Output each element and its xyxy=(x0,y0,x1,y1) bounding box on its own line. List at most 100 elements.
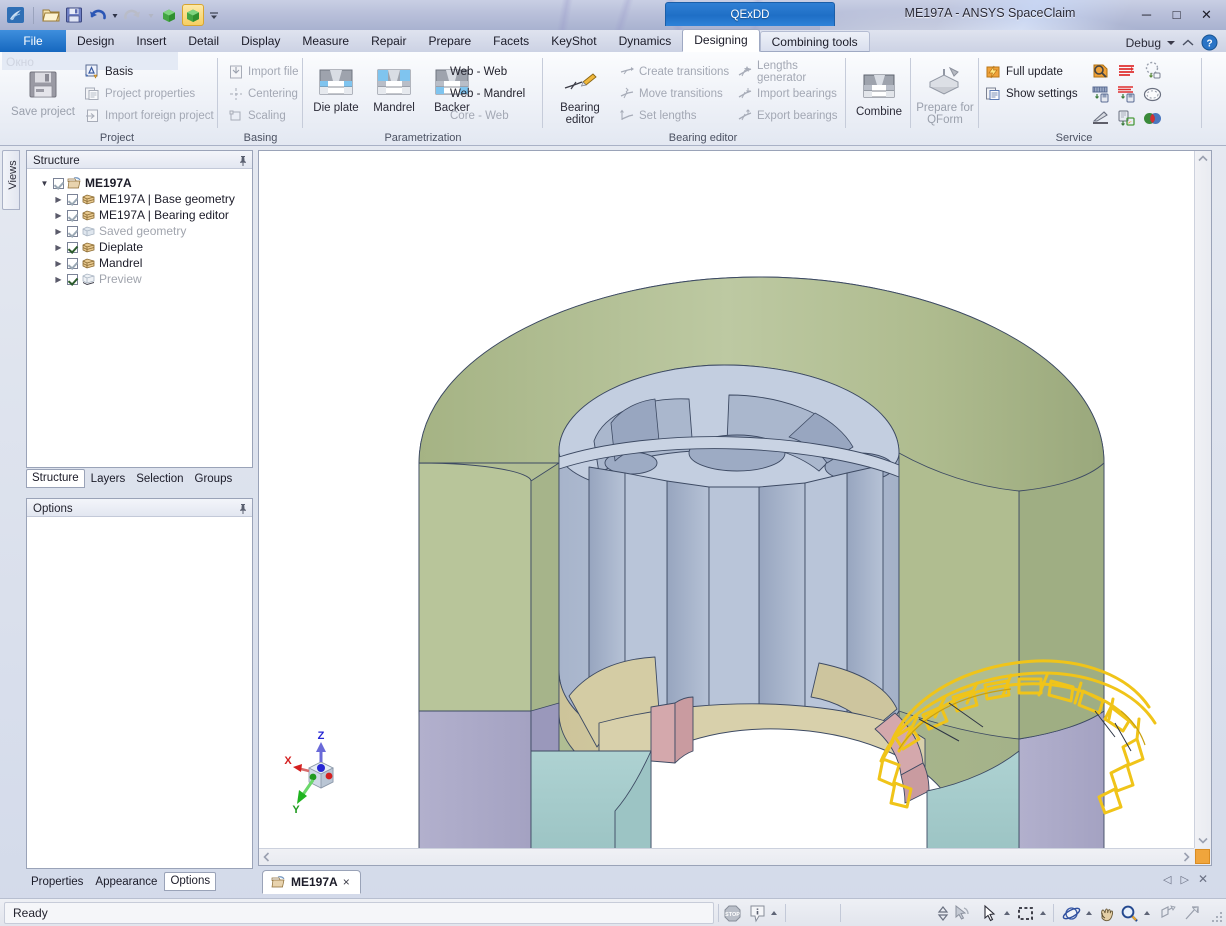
tab-prev-icon[interactable]: ◁ xyxy=(1163,873,1171,886)
tree-row[interactable]: ▶ Mandrel xyxy=(31,255,250,271)
expander-closed-icon[interactable]: ▶ xyxy=(53,211,64,220)
zoom-dropdown-icon[interactable] xyxy=(1142,904,1152,923)
tab-facets[interactable]: Facets xyxy=(482,30,540,52)
expander-open-icon[interactable]: ▼ xyxy=(39,179,50,188)
redo-icon[interactable] xyxy=(123,5,143,25)
resize-grip-icon[interactable] xyxy=(1211,911,1223,923)
pointer-dropdown-icon[interactable] xyxy=(1002,904,1012,923)
green-box-icon[interactable] xyxy=(159,5,179,25)
expander-closed-icon[interactable]: ▶ xyxy=(53,259,64,268)
copy-green-icon[interactable] xyxy=(1113,106,1139,130)
tab-repair[interactable]: Repair xyxy=(360,30,417,52)
project-properties-button[interactable]: Project properties xyxy=(80,83,218,105)
undo-dropdown-icon[interactable] xyxy=(110,5,120,25)
tab-detail[interactable]: Detail xyxy=(177,30,230,52)
expander-closed-icon[interactable]: ▶ xyxy=(53,195,64,204)
combine-button[interactable]: Combine xyxy=(842,66,916,118)
scroll-right-icon[interactable] xyxy=(1179,849,1194,864)
tab-next-icon[interactable]: ▷ xyxy=(1180,873,1188,886)
green-box-active-icon[interactable] xyxy=(182,4,204,26)
dock-tab-structure[interactable]: Structure xyxy=(26,469,85,488)
viewport-horizontal-scrollbar[interactable] xyxy=(259,848,1194,865)
pin-icon[interactable] xyxy=(238,503,248,515)
bottom-tab-options[interactable]: Options xyxy=(164,872,216,891)
stop-icon[interactable]: STOP xyxy=(723,904,742,923)
axis-triad[interactable]: Z X Y xyxy=(273,728,365,816)
expander-closed-icon[interactable]: ▶ xyxy=(53,275,64,284)
tab-measure[interactable]: Measure xyxy=(291,30,360,52)
visibility-checkbox[interactable] xyxy=(67,210,78,221)
import-bearings-button[interactable]: Import bearings xyxy=(733,83,846,105)
open-icon[interactable] xyxy=(41,5,61,25)
visibility-checkbox[interactable] xyxy=(67,274,78,285)
tree-row[interactable]: ▼ ME197A xyxy=(31,175,250,191)
visibility-checkbox[interactable] xyxy=(67,242,78,253)
save-icon[interactable] xyxy=(64,5,84,25)
maximize-button[interactable]: □ xyxy=(1163,4,1190,25)
basis-button[interactable]: Basis xyxy=(80,61,218,83)
expander-closed-icon[interactable]: ▶ xyxy=(53,243,64,252)
tab-prepare[interactable]: Prepare xyxy=(417,30,482,52)
tab-display[interactable]: Display xyxy=(230,30,291,52)
tab-close-icon[interactable]: ✕ xyxy=(1198,872,1208,886)
pin-icon[interactable] xyxy=(238,155,248,167)
tree-row[interactable]: ▶ ME197A | Base geometry xyxy=(31,191,250,207)
inspect-orange-icon[interactable] xyxy=(1087,58,1113,82)
pointer-icon[interactable] xyxy=(980,904,999,923)
isometric-view-icon[interactable] xyxy=(1182,904,1201,923)
save-blue-icon[interactable] xyxy=(1087,82,1113,106)
tree-row[interactable]: ▶ Dieplate xyxy=(31,239,250,255)
box-select-dropdown-icon[interactable] xyxy=(1038,904,1048,923)
red-lines-icon[interactable] xyxy=(1113,58,1139,82)
tab-insert[interactable]: Insert xyxy=(125,30,177,52)
orbit-dropdown-icon[interactable] xyxy=(1084,904,1094,923)
scaling-button[interactable]: Scaling xyxy=(224,105,303,127)
tab-dynamics[interactable]: Dynamics xyxy=(608,30,683,52)
undo-icon[interactable] xyxy=(87,5,107,25)
document-tab-me197a[interactable]: ME197A × xyxy=(262,870,361,894)
plane-view-icon[interactable] xyxy=(1158,904,1177,923)
tree-row[interactable]: ▶ ME197A | Bearing editor xyxy=(31,207,250,223)
redo-dropdown-icon[interactable] xyxy=(146,5,156,25)
view-cube-button[interactable] xyxy=(1195,849,1210,864)
show-settings-button[interactable]: Show settings xyxy=(981,83,1082,105)
model-3d-render[interactable] xyxy=(259,151,1194,848)
colors-icon[interactable] xyxy=(1139,106,1165,130)
dotted-ellipse-icon[interactable] xyxy=(1139,82,1165,106)
tab-designing[interactable]: Designing xyxy=(682,29,759,52)
dock-tab-layers[interactable]: Layers xyxy=(86,471,131,488)
tab-keyshot[interactable]: KeyShot xyxy=(540,30,607,52)
scroll-up-icon[interactable] xyxy=(1195,151,1210,166)
dock-tab-groups[interactable]: Groups xyxy=(190,471,238,488)
scroll-left-icon[interactable] xyxy=(259,849,274,864)
import-foreign-project-button[interactable]: Import foreign project xyxy=(80,105,218,127)
debug-menu[interactable]: Debug ? xyxy=(1126,34,1218,51)
visibility-checkbox[interactable] xyxy=(67,226,78,237)
die-plate-button[interactable]: Die plate xyxy=(307,60,365,114)
full-update-button[interactable]: Full update xyxy=(981,61,1082,83)
select-arrow-grey-icon[interactable] xyxy=(952,904,971,923)
centering-button[interactable]: Centering xyxy=(224,83,303,105)
info-dropdown-icon[interactable] xyxy=(769,904,779,923)
web-mandrel-button[interactable]: Web - Mandrel xyxy=(448,83,529,105)
spaceclaim-logo-icon[interactable] xyxy=(6,5,26,25)
lengths-generator-button[interactable]: Lengths generator xyxy=(733,61,846,83)
dashed-select-icon[interactable] xyxy=(1139,58,1165,82)
close-button[interactable]: ✕ xyxy=(1193,4,1220,25)
box-select-icon[interactable] xyxy=(1016,904,1035,923)
dock-tab-selection[interactable]: Selection xyxy=(131,471,188,488)
save-project-button[interactable]: Save project xyxy=(6,64,80,118)
viewport-3d[interactable]: Z X Y xyxy=(259,151,1194,848)
orbit-icon[interactable] xyxy=(1062,904,1081,923)
viewport-vertical-scrollbar[interactable] xyxy=(1194,151,1211,848)
visibility-checkbox[interactable] xyxy=(53,178,64,189)
help-icon[interactable]: ? xyxy=(1201,34,1218,51)
bottom-tab-appearance[interactable]: Appearance xyxy=(90,874,162,891)
export-bearings-button[interactable]: Export bearings xyxy=(733,105,846,127)
visibility-checkbox[interactable] xyxy=(67,194,78,205)
tab-design[interactable]: Design xyxy=(66,30,125,52)
zoom-magnifier-icon[interactable] xyxy=(1120,904,1139,923)
tab-file[interactable]: File xyxy=(0,30,66,52)
move-transitions-button[interactable]: Move transitions xyxy=(615,83,733,105)
create-transitions-button[interactable]: Create transitions xyxy=(615,61,733,83)
